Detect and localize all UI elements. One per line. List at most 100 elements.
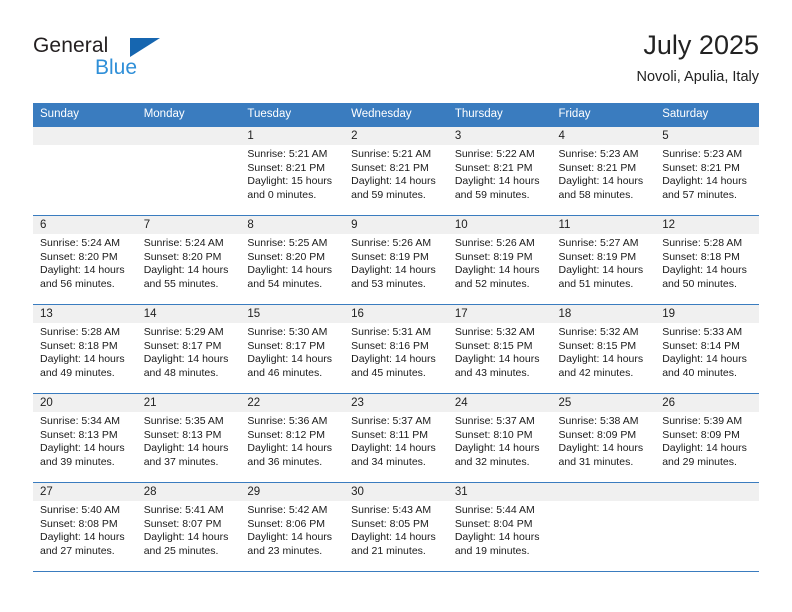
daylight-text-line1: Daylight: 14 hours xyxy=(454,442,540,455)
calendar-day-cell[interactable]: 17 Sunrise: 5:32 AM Sunset: 8:15 PM Dayligh… xyxy=(447,305,552,393)
sunrise-text: Sunrise: 5:28 AM xyxy=(40,326,120,338)
day-sun-info: Sunrise: 5:21 AM Sunset: 8:21 PM Daylight:… xyxy=(240,145,344,202)
daylight-text-line1: Daylight: 14 hours xyxy=(351,531,436,544)
day-sun-info: Sunrise: 5:27 AM Sunset: 8:19 PM Daylight:… xyxy=(552,234,656,291)
daylight-text-line2: and 59 minutes. xyxy=(454,188,530,201)
calendar-day-cell[interactable]: 6 Sunrise: 5:24 AM Sunset: 8:20 PM Daylight… xyxy=(33,216,137,304)
sunset-text: Sunset: 8:16 PM xyxy=(351,339,429,352)
calendar-day-cell[interactable]: 15 Sunrise: 5:30 AM Sunset: 8:17 PM Dayligh… xyxy=(240,305,345,393)
calendar-day-cell[interactable]: 30 Sunrise: 5:43 AM Sunset: 8:05 PM Dayligh… xyxy=(344,483,448,571)
daylight-text-line1: Daylight: 14 hours xyxy=(351,264,436,277)
daylight-text-line2: and 31 minutes. xyxy=(558,455,634,468)
calendar-day-cell[interactable]: 5 Sunrise: 5:23 AM Sunset: 8:21 PM Daylight… xyxy=(655,127,759,215)
sunset-text: Sunset: 8:12 PM xyxy=(247,428,326,441)
day-number: 8 xyxy=(240,216,345,234)
day-sun-info: Sunrise: 5:28 AM Sunset: 8:18 PM Daylight:… xyxy=(33,323,137,380)
daylight-text-line2: and 53 minutes. xyxy=(351,277,426,290)
brand-triangle-icon xyxy=(130,38,160,57)
calendar-grid: Sunday Monday Tuesday Wednesday Thursday Frid… xyxy=(33,103,759,572)
sunrise-text: Sunrise: 5:32 AM xyxy=(558,326,639,338)
day-sun-info: Sunrise: 5:36 AM Sunset: 8:12 PM Daylight:… xyxy=(240,412,344,469)
daylight-text-line1: Daylight: 14 hours xyxy=(351,353,436,366)
day-number: 5 xyxy=(655,127,759,145)
day-number: 24 xyxy=(447,394,552,412)
daylight-text-line2: and 48 minutes. xyxy=(143,366,219,379)
sunset-text: Sunset: 8:20 PM xyxy=(143,250,222,263)
calendar-day-cell-empty xyxy=(136,127,241,215)
calendar-day-cell[interactable]: 26 Sunrise: 5:39 AM Sunset: 8:09 PM Dayligh… xyxy=(655,394,759,482)
calendar-day-cell[interactable]: 23 Sunrise: 5:37 AM Sunset: 8:11 PM Dayligh… xyxy=(344,394,448,482)
calendar-day-cell[interactable]: 21 Sunrise: 5:35 AM Sunset: 8:13 PM Dayligh… xyxy=(136,394,241,482)
daylight-text-line1: Daylight: 14 hours xyxy=(40,264,125,277)
calendar-day-cell[interactable]: 22 Sunrise: 5:36 AM Sunset: 8:12 PM Dayligh… xyxy=(240,394,345,482)
calendar-week-row: 1 Sunrise: 5:21 AM Sunset: 8:21 PM Daylight… xyxy=(33,127,759,216)
calendar-day-cell[interactable]: 7 Sunrise: 5:24 AM Sunset: 8:20 PM Daylight… xyxy=(136,216,241,304)
daylight-text-line2: and 49 minutes. xyxy=(40,366,115,379)
calendar-table: Sunday Monday Tuesday Wednesday Thursday Frid… xyxy=(33,103,759,572)
weekday-header-sunday: Sunday xyxy=(33,103,137,127)
sunset-text: Sunset: 8:21 PM xyxy=(351,161,429,174)
day-sun-info: Sunrise: 5:24 AM Sunset: 8:20 PM Daylight:… xyxy=(137,234,241,291)
daylight-text-line1: Daylight: 14 hours xyxy=(247,442,333,455)
day-number: 6 xyxy=(33,216,137,234)
day-sun-info: Sunrise: 5:23 AM Sunset: 8:21 PM Daylight:… xyxy=(655,145,759,202)
calendar-day-cell[interactable]: 14 Sunrise: 5:29 AM Sunset: 8:17 PM Dayligh… xyxy=(136,305,241,393)
daylight-text-line1: Daylight: 14 hours xyxy=(247,353,333,366)
calendar-day-cell[interactable]: 11 Sunrise: 5:27 AM Sunset: 8:19 PM Dayligh… xyxy=(551,216,656,304)
sunset-text: Sunset: 8:17 PM xyxy=(143,339,222,352)
calendar-day-cell[interactable]: 8 Sunrise: 5:25 AM Sunset: 8:20 PM Daylight… xyxy=(240,216,345,304)
calendar-day-cell[interactable]: 1 Sunrise: 5:21 AM Sunset: 8:21 PM Daylight… xyxy=(240,127,345,215)
daylight-text-line2: and 58 minutes. xyxy=(558,188,634,201)
calendar-header-row: Sunday Monday Tuesday Wednesday Thursday Frid… xyxy=(33,103,759,127)
calendar-day-cell[interactable]: 28 Sunrise: 5:41 AM Sunset: 8:07 PM Dayligh… xyxy=(136,483,241,571)
sunrise-text: Sunrise: 5:21 AM xyxy=(247,148,328,160)
calendar-day-cell[interactable]: 4 Sunrise: 5:23 AM Sunset: 8:21 PM Daylight… xyxy=(551,127,656,215)
sunset-text: Sunset: 8:14 PM xyxy=(662,339,740,352)
daylight-text-line1: Daylight: 14 hours xyxy=(454,531,540,544)
calendar-day-cell[interactable]: 16 Sunrise: 5:31 AM Sunset: 8:16 PM Dayligh… xyxy=(344,305,448,393)
calendar-day-cell[interactable]: 27 Sunrise: 5:40 AM Sunset: 8:08 PM Dayligh… xyxy=(33,483,137,571)
daylight-text-line1: Daylight: 14 hours xyxy=(558,353,644,366)
calendar-day-cell[interactable]: 31 Sunrise: 5:44 AM Sunset: 8:04 PM Dayligh… xyxy=(447,483,552,571)
sunset-text: Sunset: 8:11 PM xyxy=(351,428,428,441)
calendar-day-cell[interactable]: 9 Sunrise: 5:26 AM Sunset: 8:19 PM Daylight… xyxy=(344,216,448,304)
calendar-day-cell[interactable]: 3 Sunrise: 5:22 AM Sunset: 8:21 PM Daylight… xyxy=(447,127,552,215)
day-number: 27 xyxy=(33,483,137,501)
sunset-text: Sunset: 8:18 PM xyxy=(40,339,118,352)
brand-logo[interactable]: General Blue xyxy=(33,34,233,86)
calendar-day-cell[interactable]: 10 Sunrise: 5:26 AM Sunset: 8:19 PM Dayligh… xyxy=(447,216,552,304)
calendar-day-cell[interactable]: 29 Sunrise: 5:42 AM Sunset: 8:06 PM Dayligh… xyxy=(240,483,345,571)
calendar-day-cell[interactable]: 25 Sunrise: 5:38 AM Sunset: 8:09 PM Dayligh… xyxy=(551,394,656,482)
sunrise-text: Sunrise: 5:27 AM xyxy=(558,237,639,249)
day-sun-info: Sunrise: 5:32 AM Sunset: 8:15 PM Daylight:… xyxy=(448,323,552,380)
daylight-text-line2: and 46 minutes. xyxy=(247,366,323,379)
sunrise-text: Sunrise: 5:36 AM xyxy=(247,415,328,427)
sunset-text: Sunset: 8:21 PM xyxy=(454,161,533,174)
calendar-day-cell[interactable]: 13 Sunrise: 5:28 AM Sunset: 8:18 PM Dayligh… xyxy=(33,305,137,393)
calendar-day-cell-empty xyxy=(551,483,656,571)
sunset-text: Sunset: 8:19 PM xyxy=(454,250,533,263)
calendar-day-cell[interactable]: 12 Sunrise: 5:28 AM Sunset: 8:18 PM Dayligh… xyxy=(655,216,759,304)
daylight-text-line1: Daylight: 14 hours xyxy=(143,353,229,366)
daylight-text-line1: Daylight: 14 hours xyxy=(40,531,125,544)
weekday-header-tuesday: Tuesday xyxy=(240,103,345,127)
day-sun-info: Sunrise: 5:30 AM Sunset: 8:17 PM Daylight:… xyxy=(240,323,344,380)
day-sun-info: Sunrise: 5:34 AM Sunset: 8:13 PM Daylight:… xyxy=(33,412,137,469)
calendar-day-cell[interactable]: 19 Sunrise: 5:33 AM Sunset: 8:14 PM Dayligh… xyxy=(655,305,759,393)
calendar-day-cell[interactable]: 24 Sunrise: 5:37 AM Sunset: 8:10 PM Dayligh… xyxy=(447,394,552,482)
day-sun-info: Sunrise: 5:21 AM Sunset: 8:21 PM Daylight:… xyxy=(344,145,448,202)
sunset-text: Sunset: 8:17 PM xyxy=(247,339,326,352)
calendar-week-row: 6 Sunrise: 5:24 AM Sunset: 8:20 PM Daylight… xyxy=(33,215,759,305)
calendar-day-cell-empty xyxy=(33,127,137,215)
day-sun-info: Sunrise: 5:33 AM Sunset: 8:14 PM Daylight:… xyxy=(655,323,759,380)
day-number: 1 xyxy=(240,127,345,145)
sunrise-text: Sunrise: 5:29 AM xyxy=(143,326,224,338)
daylight-text-line1: Daylight: 14 hours xyxy=(40,442,125,455)
calendar-day-cell[interactable]: 18 Sunrise: 5:32 AM Sunset: 8:15 PM Dayligh… xyxy=(551,305,656,393)
calendar-week-row: 20 Sunrise: 5:34 AM Sunset: 8:13 PM Dayligh… xyxy=(33,393,759,483)
daylight-text-line1: Daylight: 14 hours xyxy=(454,353,540,366)
sunset-text: Sunset: 8:05 PM xyxy=(351,517,429,530)
calendar-day-cell[interactable]: 20 Sunrise: 5:34 AM Sunset: 8:13 PM Dayligh… xyxy=(33,394,137,482)
calendar-day-cell[interactable]: 2 Sunrise: 5:21 AM Sunset: 8:21 PM Daylight… xyxy=(344,127,448,215)
day-number: 9 xyxy=(344,216,448,234)
